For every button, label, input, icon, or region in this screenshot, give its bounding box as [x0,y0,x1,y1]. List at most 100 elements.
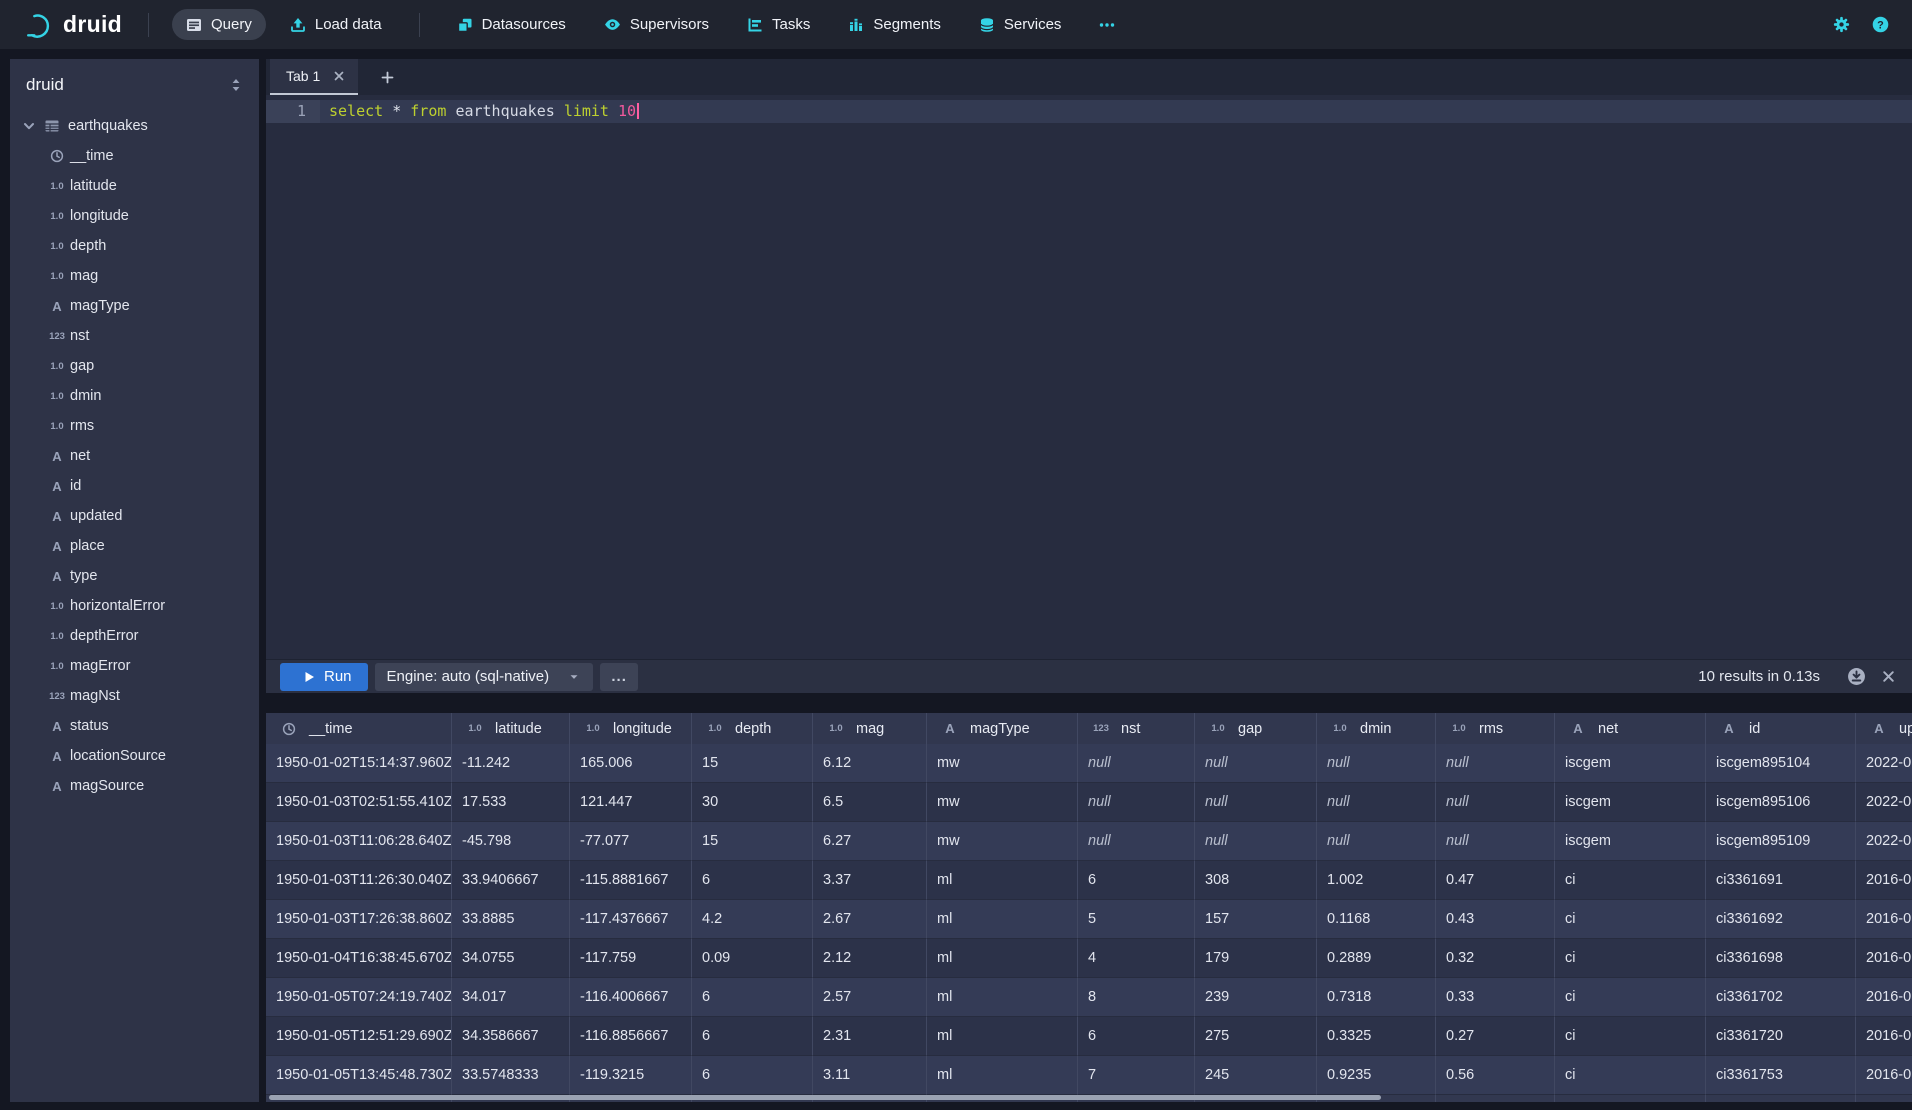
table-cell[interactable]: 6 [1078,861,1195,900]
table-cell[interactable]: null [1436,822,1555,861]
table-cell[interactable]: ci [1555,1017,1706,1056]
table-cell[interactable]: ci3361692 [1706,900,1856,939]
table-cell[interactable]: 1950-01-03T11:06:28.640Z [266,822,452,861]
table-cell[interactable]: 2016-0 [1856,978,1912,1017]
table-cell[interactable]: 157 [1195,900,1317,939]
chevron-down-icon[interactable] [22,119,36,133]
column-header-dmin[interactable]: 1.0dmin [1317,713,1436,744]
nav-item-supervisors[interactable]: Supervisors [590,9,723,40]
table-cell[interactable]: ml [927,1017,1078,1056]
table-cell[interactable]: 1950-01-03T11:26:30.040Z [266,861,452,900]
column-header-net[interactable]: Anet [1555,713,1706,744]
table-cell[interactable]: 33.8885 [452,900,570,939]
table-cell[interactable]: 0.56 [1436,1056,1555,1095]
table-cell[interactable]: 179 [1195,939,1317,978]
table-cell[interactable]: null [1195,744,1317,783]
sql-editor[interactable]: 1 select * from earthquakes limit 10 [266,95,1912,659]
table-cell[interactable]: 3.37 [813,861,927,900]
horizontal-scrollbar[interactable] [269,1095,1381,1100]
table-cell[interactable]: 6 [692,861,813,900]
column-header-mag[interactable]: 1.0mag [813,713,927,744]
table-cell[interactable]: ml [927,900,1078,939]
column-header-magType[interactable]: AmagType [927,713,1078,744]
table-cell[interactable]: ci [1555,1056,1706,1095]
schema-column-gap[interactable]: 1.0gap [10,351,259,381]
engine-select-button[interactable]: Engine: auto (sql-native) [375,663,594,691]
table-cell[interactable]: 0.32 [1436,939,1555,978]
table-cell[interactable]: 308 [1195,861,1317,900]
schema-column-magNst[interactable]: 123magNst [10,681,259,711]
table-cell[interactable]: 2016-0 [1856,1017,1912,1056]
table-cell[interactable]: 6 [1078,1017,1195,1056]
table-cell[interactable]: 0.09 [692,939,813,978]
tab-tab-1[interactable]: Tab 1 [270,59,358,95]
schema-column-longitude[interactable]: 1.0longitude [10,201,259,231]
download-icon[interactable] [1847,667,1866,686]
help-icon[interactable]: ? [1871,15,1890,34]
table-cell[interactable]: null [1078,744,1195,783]
table-cell[interactable]: 121.447 [570,783,692,822]
table-cell[interactable]: 34.3586667 [452,1017,570,1056]
table-cell[interactable]: -11.242 [452,744,570,783]
schema-column-type[interactable]: Atype [10,561,259,591]
table-cell[interactable]: null [1195,783,1317,822]
druid-logo[interactable]: druid [16,10,130,40]
table-cell[interactable]: ci [1555,939,1706,978]
column-header-__time[interactable]: __time [266,713,452,744]
table-cell[interactable]: 1950-01-05T12:51:29.690Z [266,1017,452,1056]
table-cell[interactable]: 2.67 [813,900,927,939]
table-cell[interactable]: null [1195,822,1317,861]
table-cell[interactable]: 0.7318 [1317,978,1436,1017]
table-cell[interactable]: 2.12 [813,939,927,978]
column-header-latitude[interactable]: 1.0latitude [452,713,570,744]
query-more-button[interactable]: ... [600,663,638,691]
run-button[interactable]: Run [280,663,368,691]
table-cell[interactable]: 6 [692,978,813,1017]
settings-icon[interactable] [1832,15,1851,34]
schema-column-dmin[interactable]: 1.0dmin [10,381,259,411]
close-results-icon[interactable] [1881,669,1896,684]
table-cell[interactable]: 1950-01-05T13:45:48.730Z [266,1056,452,1095]
table-cell[interactable]: 2022-0 [1856,783,1912,822]
table-cell[interactable]: -117.4376667 [570,900,692,939]
table-cell[interactable]: 2016-0 [1856,900,1912,939]
table-cell[interactable]: ci3361691 [1706,861,1856,900]
add-tab-button[interactable] [370,59,405,95]
table-cell[interactable]: ci [1555,978,1706,1017]
schema-column-net[interactable]: Anet [10,441,259,471]
table-cell[interactable]: 0.2889 [1317,939,1436,978]
schema-column-locationSource[interactable]: AlocationSource [10,741,259,771]
table-cell[interactable]: 8 [1078,978,1195,1017]
table-cell[interactable]: iscgem895109 [1706,822,1856,861]
table-cell[interactable]: 30 [692,783,813,822]
table-cell[interactable]: null [1317,822,1436,861]
schema-column-magType[interactable]: AmagType [10,291,259,321]
table-cell[interactable]: 2016-0 [1856,939,1912,978]
schema-column-depthError[interactable]: 1.0depthError [10,621,259,651]
nav-item-datasources[interactable]: Datasources [443,9,580,40]
table-cell[interactable]: 1950-01-02T15:14:37.960Z [266,744,452,783]
table-cell[interactable]: 33.5748333 [452,1056,570,1095]
schema-column-mag[interactable]: 1.0mag [10,261,259,291]
table-cell[interactable]: 2022-0 [1856,744,1912,783]
table-cell[interactable]: iscgem [1555,822,1706,861]
double-caret-vertical-icon[interactable] [229,77,243,93]
column-header-id[interactable]: Aid [1706,713,1856,744]
table-cell[interactable]: 0.43 [1436,900,1555,939]
table-cell[interactable]: ml [927,978,1078,1017]
table-cell[interactable]: ci3361698 [1706,939,1856,978]
nav-item-services[interactable]: Services [965,9,1076,40]
table-cell[interactable]: 239 [1195,978,1317,1017]
table-cell[interactable]: 34.0755 [452,939,570,978]
schema-column-updated[interactable]: Aupdated [10,501,259,531]
table-cell[interactable]: ci3361753 [1706,1056,1856,1095]
schema-column-__time[interactable]: __time [10,141,259,171]
table-cell[interactable]: mw [927,822,1078,861]
table-cell[interactable]: 6.12 [813,744,927,783]
table-cell[interactable]: -117.759 [570,939,692,978]
table-cell[interactable]: 0.47 [1436,861,1555,900]
table-cell[interactable]: iscgem [1555,783,1706,822]
schema-column-rms[interactable]: 1.0rms [10,411,259,441]
table-cell[interactable]: null [1436,783,1555,822]
table-cell[interactable]: ci [1555,900,1706,939]
